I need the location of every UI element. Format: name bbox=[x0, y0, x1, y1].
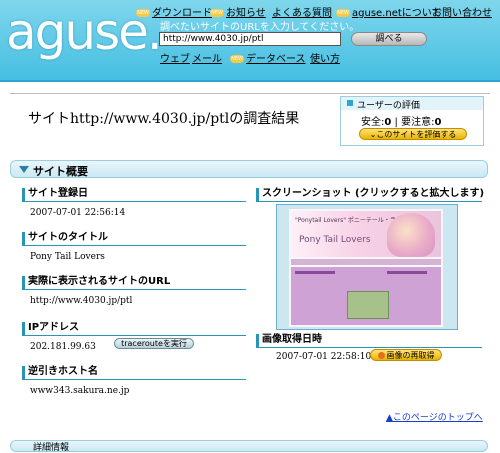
tab-usage[interactable]: 使い方 bbox=[310, 50, 340, 65]
traceroute-button[interactable]: tracerouteを実行 bbox=[114, 338, 194, 349]
field-label: IPアドレス bbox=[22, 322, 246, 336]
section-title: サイト概要 bbox=[33, 165, 88, 178]
reget-image-button[interactable]: 画像の再取得 bbox=[370, 349, 442, 361]
illustration-image bbox=[387, 213, 435, 257]
thumbnail-link bbox=[295, 271, 335, 274]
field-value: 202.181.99.63 bbox=[30, 342, 96, 352]
next-section-title: 詳細情報 bbox=[33, 443, 70, 453]
thumbnail-link bbox=[387, 271, 427, 274]
field-label: 実際に表示されるサイトのURL bbox=[22, 276, 246, 290]
check-button[interactable]: 調べる bbox=[351, 32, 427, 46]
field-value: http://www.4030.jp/ptl bbox=[30, 296, 133, 306]
top-link-faq[interactable]: よくある質問 bbox=[272, 4, 332, 19]
refresh-icon bbox=[377, 352, 385, 359]
tab-database[interactable]: NEW データベース bbox=[230, 50, 306, 65]
thumbnail-image bbox=[347, 291, 389, 319]
warn-label: 要注意: bbox=[401, 117, 435, 128]
new-badge-icon: NEW bbox=[336, 9, 350, 17]
thumbnail-banner-name: Pony Tail Lovers bbox=[299, 235, 371, 245]
field-value: www343.sakura.ne.jp bbox=[30, 386, 130, 396]
field-value: Pony Tail Lovers bbox=[30, 252, 105, 262]
top-link-news[interactable]: NEW お知らせ bbox=[210, 4, 266, 19]
screenshot-heading: スクリーンショット (クリックすると拡大します) bbox=[256, 188, 484, 202]
square-icon bbox=[347, 100, 353, 106]
safe-label: 安全: bbox=[361, 117, 385, 128]
evaluate-site-button[interactable]: ⌄このサイトを評価する bbox=[359, 128, 467, 140]
warn-count: 0 bbox=[434, 117, 442, 128]
count-separator: | bbox=[391, 117, 402, 128]
image-date-heading: 画像取得日時 bbox=[256, 334, 482, 348]
evaluation-header: ユーザーの評価 bbox=[341, 97, 483, 111]
new-badge-icon: NEW bbox=[136, 9, 150, 17]
page-top-link[interactable]: ▲このページのトップへ bbox=[386, 410, 483, 423]
url-input[interactable] bbox=[159, 32, 341, 46]
field-value: 2007-07-01 22:56:14 bbox=[30, 208, 126, 218]
site-screenshot-thumbnail[interactable]: "Ponytail Lovers" ポニーテール・ラヴァーズ Pony Tail… bbox=[276, 204, 458, 330]
page-title: サイトhttp://www.4030.jp/ptlの調査結果 bbox=[28, 111, 300, 127]
tab-web[interactable]: ウェブ bbox=[160, 50, 190, 65]
field-label: サイト登録日 bbox=[22, 188, 246, 202]
section-header-overview[interactable]: サイト概要 bbox=[10, 160, 488, 178]
section-header-details[interactable]: 詳細情報 bbox=[10, 440, 488, 453]
divider bbox=[10, 93, 490, 94]
top-links: NEW ダウンロード NEW お知らせ よくある質問 NEW aguse.netについ… bbox=[136, 4, 500, 19]
tab-mail[interactable]: メール bbox=[192, 50, 222, 65]
header: aguse. NEW ダウンロード NEW お知らせ よくある質問 NEW aguse… bbox=[0, 0, 500, 82]
image-date-value: 2007-07-01 22:58:10 bbox=[276, 352, 372, 362]
url-hint: 調べたいサイトのURLを入力してください。 bbox=[160, 22, 360, 33]
triangle-down-icon bbox=[19, 166, 29, 173]
thumbnail-content bbox=[291, 267, 441, 325]
new-badge-icon: NEW bbox=[230, 55, 244, 63]
evaluation-heading: ユーザーの評価 bbox=[357, 101, 420, 111]
service-tabs: ウェブ メール NEW データベース 使い方 bbox=[160, 50, 500, 65]
field-label: サイトのタイトル bbox=[22, 232, 246, 246]
top-link-download[interactable]: NEW ダウンロード bbox=[136, 4, 212, 19]
top-link-about[interactable]: NEW aguse.netについて bbox=[336, 4, 441, 19]
thumbnail-banner: "Ponytail Lovers" ポニーテール・ラヴァーズ Pony Tail… bbox=[291, 211, 441, 257]
new-badge-icon: NEW bbox=[210, 9, 224, 17]
field-label: 逆引きホスト名 bbox=[22, 366, 246, 380]
top-link-contact[interactable]: お問い合わせ bbox=[432, 4, 492, 19]
evaluation-counts: 安全:0 | 要注意:0 bbox=[361, 113, 441, 128]
thumbnail-stripe bbox=[291, 259, 441, 265]
user-evaluation-box: ユーザーの評価 安全:0 | 要注意:0 ⌄このサイトを評価する bbox=[340, 96, 484, 146]
